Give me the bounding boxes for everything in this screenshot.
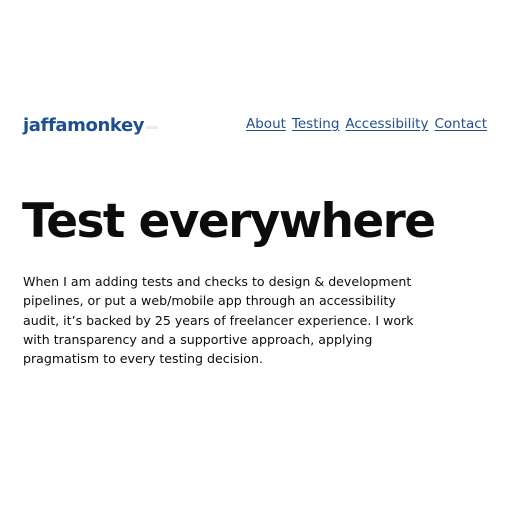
logo-text: jaffamonkey	[23, 115, 145, 136]
main-nav: About Testing Accessibility Contact	[246, 115, 487, 133]
nav-link-contact[interactable]: Contact	[434, 115, 487, 133]
site-logo-link[interactable]: jaffamonkey	[23, 115, 159, 137]
nav-link-testing[interactable]: Testing	[292, 115, 339, 133]
site-header: jaffamonkey About Testing Accessibility …	[0, 0, 512, 150]
page-title: Test everywhere	[22, 194, 436, 249]
intro-paragraph: When I am adding tests and checks to des…	[23, 274, 414, 367]
logo-mark-icon	[146, 126, 159, 129]
nav-link-accessibility[interactable]: Accessibility	[345, 115, 428, 133]
nav-link-about[interactable]: About	[246, 115, 286, 133]
